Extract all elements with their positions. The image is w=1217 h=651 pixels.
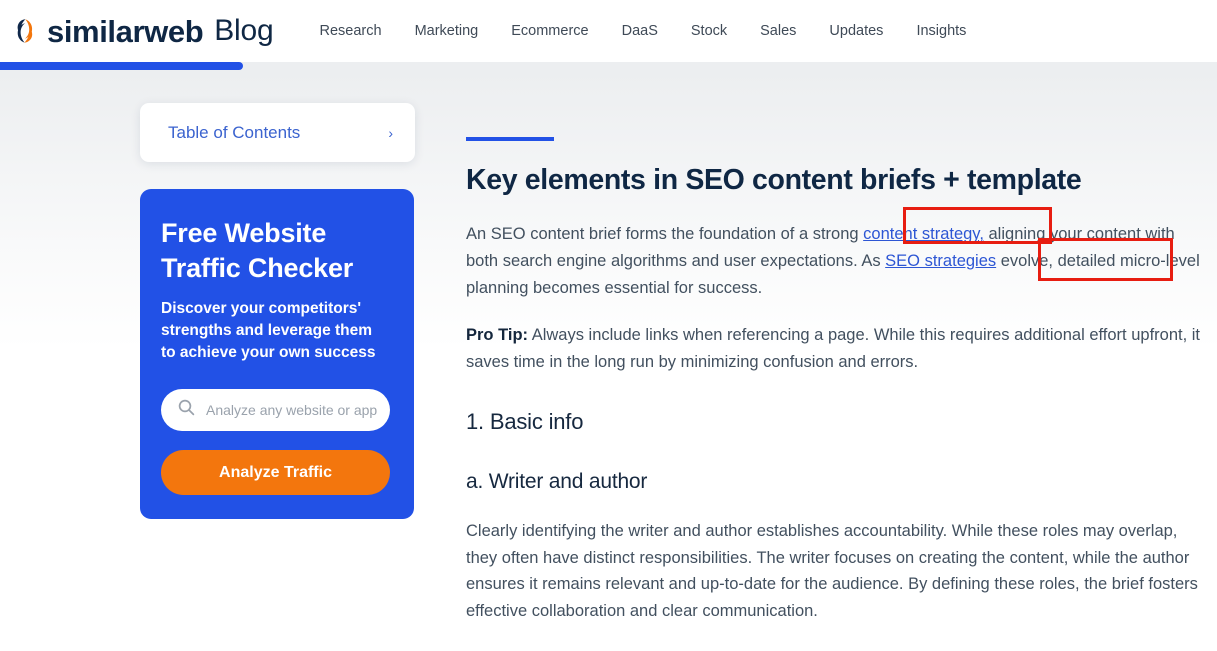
nav-item-ecommerce[interactable]: Ecommerce — [511, 23, 588, 39]
reading-progress-fill — [0, 62, 244, 70]
sidebar: Table of Contents › Free Website Traffic… — [140, 103, 415, 519]
nav-item-updates[interactable]: Updates — [829, 23, 883, 39]
title-accent-rule — [466, 137, 554, 141]
analyze-search-input[interactable] — [204, 401, 389, 420]
main-navigation: Research Marketing Ecommerce DaaS Stock … — [320, 23, 967, 39]
pro-tip-paragraph: Pro Tip: Always include links when refer… — [466, 322, 1201, 375]
seo-strategies-link[interactable]: SEO strategies — [885, 252, 996, 270]
writer-and-author-paragraph: Clearly identifying the writer and autho… — [466, 521, 1198, 620]
table-of-contents-label: Table of Contents — [168, 122, 301, 142]
nav-item-marketing[interactable]: Marketing — [415, 23, 479, 39]
nav-item-sales[interactable]: Sales — [760, 23, 796, 39]
section-heading-basic-info: 1. Basic info — [466, 408, 584, 434]
cta-title-line-2: Traffic Checker — [161, 252, 354, 283]
brand-logo-link[interactable]: similarweb Blog — [10, 16, 274, 47]
content-strategy-link[interactable]: content strategy, — [863, 225, 984, 243]
nav-item-insights[interactable]: Insights — [916, 23, 966, 39]
nav-item-daas[interactable]: DaaS — [622, 23, 658, 39]
intro-text-part-1: An SEO content brief forms the foundatio… — [466, 225, 864, 244]
search-icon — [178, 399, 195, 421]
intro-paragraph: An SEO content brief forms the foundatio… — [466, 221, 1201, 301]
analyze-search-field[interactable] — [161, 389, 390, 432]
cta-subtitle: Discover your competitors' strengths and… — [161, 300, 376, 362]
brand-name: similarweb — [47, 13, 204, 49]
site-header: similarweb Blog Research Marketing Ecomm… — [0, 0, 1217, 62]
nav-item-stock[interactable]: Stock — [691, 23, 727, 39]
cta-title-line-1: Free Website — [161, 218, 327, 248]
brand-section-label: Blog — [214, 14, 274, 47]
page-title: Key elements in SEO content briefs + tem… — [466, 164, 1082, 196]
nav-item-research[interactable]: Research — [320, 23, 382, 39]
table-of-contents-toggle[interactable]: Table of Contents › — [140, 103, 415, 162]
similarweb-droplet-logo-icon — [10, 16, 40, 46]
reading-progress-bar — [0, 62, 1217, 70]
traffic-checker-cta-card: Free Website Traffic Checker Discover yo… — [140, 189, 414, 519]
subsection-heading-writer-and-author: a. Writer and author — [466, 469, 648, 493]
article-content: Key elements in SEO content briefs + tem… — [466, 103, 1201, 625]
pro-tip-text: Always include links when referencing a … — [466, 326, 1201, 372]
analyze-traffic-button[interactable]: Analyze Traffic — [161, 450, 390, 496]
pro-tip-label: Pro Tip: — [466, 326, 529, 345]
chevron-right-icon: › — [388, 124, 393, 141]
cta-title: Free Website Traffic Checker — [161, 216, 390, 285]
